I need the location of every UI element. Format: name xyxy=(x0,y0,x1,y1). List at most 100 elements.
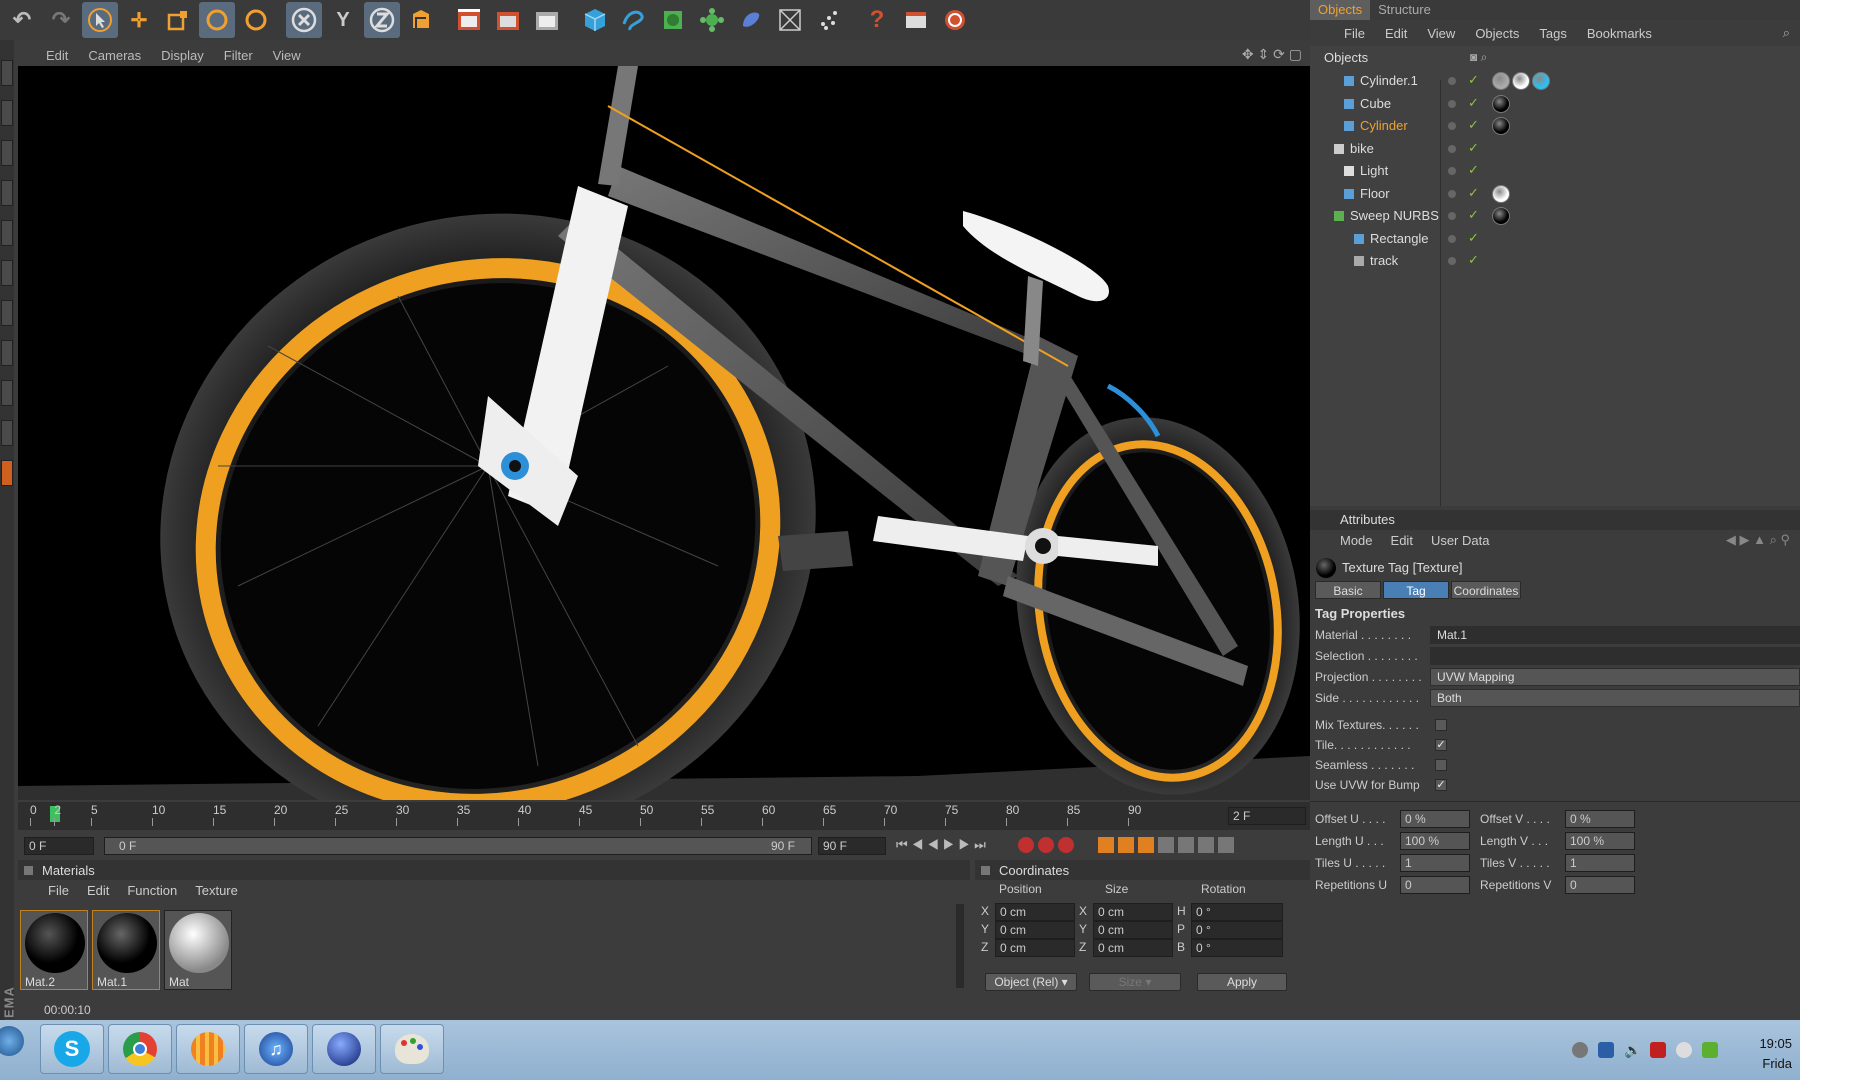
visibility-dot-icon[interactable] xyxy=(1448,144,1456,153)
tab-tag[interactable]: Tag xyxy=(1383,581,1449,599)
tiles-v-field[interactable]: 1 xyxy=(1565,854,1635,872)
repetitions-u-field[interactable]: 0 xyxy=(1400,876,1470,894)
tool-icon[interactable] xyxy=(1,420,13,446)
key-move-icon[interactable] xyxy=(1098,837,1114,853)
move-icon[interactable]: ✛ xyxy=(121,2,157,38)
attributes-nav-icons[interactable]: ◀ ▶ ▲ ⌕ ⚲ xyxy=(1726,532,1790,548)
visibility-dot-icon[interactable] xyxy=(1448,212,1456,220)
enabled-check-icon[interactable]: ✓ xyxy=(1468,185,1479,201)
tool-icon[interactable] xyxy=(1,100,13,126)
speaker-icon[interactable]: 🔊 xyxy=(1624,1042,1641,1058)
tray-security-icon[interactable] xyxy=(1702,1042,1718,1058)
spline-icon[interactable] xyxy=(616,2,652,38)
tool-icon[interactable] xyxy=(1,300,13,326)
itunes-icon[interactable]: ♫ xyxy=(244,1024,308,1074)
size-field[interactable]: 0 cm xyxy=(1093,903,1173,921)
tab-coordinates[interactable]: Coordinates xyxy=(1451,581,1521,599)
texture-tag-icon[interactable] xyxy=(1492,94,1510,113)
selection-field[interactable] xyxy=(1430,647,1800,665)
world-coords-icon[interactable] xyxy=(403,2,439,38)
texture-tag-icon[interactable] xyxy=(1492,117,1510,135)
texture-tag-icon[interactable] xyxy=(1492,184,1510,203)
visibility-dot-icon[interactable] xyxy=(1448,189,1456,198)
scene-icon[interactable] xyxy=(772,2,808,38)
autokey-icon[interactable] xyxy=(1038,837,1054,853)
search-icon[interactable]: ⌕ xyxy=(1783,25,1790,41)
viewport-nav-icons[interactable]: ✥ ⇕ ⟳ ▢ xyxy=(1242,46,1302,63)
render-picture-viewer-icon[interactable] xyxy=(490,2,526,38)
visibility-dot-icon[interactable] xyxy=(1448,122,1456,130)
offset-v-field[interactable]: 0 % xyxy=(1565,810,1635,828)
undo-icon[interactable]: ↶ xyxy=(4,2,40,38)
start-frame-field[interactable]: 0 F xyxy=(24,837,94,855)
viewport-menu-display[interactable]: Display xyxy=(161,48,204,63)
key-param-icon[interactable] xyxy=(1158,837,1174,853)
layout-icon[interactable] xyxy=(898,2,934,38)
side-dropdown[interactable]: Both xyxy=(1430,689,1800,707)
tool-icon[interactable] xyxy=(1,340,13,366)
materials-menu-edit[interactable]: Edit xyxy=(87,883,109,898)
rotation-field[interactable]: 0 ° xyxy=(1191,939,1283,957)
length-u-field[interactable]: 100 % xyxy=(1400,832,1470,850)
tiles-u-field[interactable]: 1 xyxy=(1400,854,1470,872)
start-button[interactable] xyxy=(0,1026,24,1056)
objects-menu-file[interactable]: File xyxy=(1344,26,1365,41)
skype-icon[interactable]: S xyxy=(40,1024,104,1074)
tool-icon[interactable] xyxy=(1,180,13,206)
position-field[interactable]: 0 cm xyxy=(995,903,1075,921)
attributes-menu-mode[interactable]: Mode xyxy=(1340,533,1373,548)
system-clock[interactable]: 19:05 Frida xyxy=(1759,1034,1792,1074)
size-mode-dropdown[interactable]: Size ▾ xyxy=(1089,973,1181,991)
viewport-menu-view[interactable]: View xyxy=(273,48,301,63)
viewport-menu-filter[interactable]: Filter xyxy=(224,48,253,63)
key-rotate-icon[interactable] xyxy=(1138,837,1154,853)
paint-icon[interactable] xyxy=(380,1024,444,1074)
objects-menu-bookmarks[interactable]: Bookmarks xyxy=(1587,26,1652,41)
y-axis-lock-icon[interactable]: Y xyxy=(325,2,361,38)
key-pla-icon[interactable] xyxy=(1178,837,1194,853)
visibility-dot-icon[interactable] xyxy=(1448,77,1456,85)
length-v-field[interactable]: 100 % xyxy=(1565,832,1635,850)
object-row[interactable]: Floor ✓ xyxy=(1310,183,1800,205)
tool-icon[interactable] xyxy=(1,140,13,166)
enabled-check-icon[interactable]: ✓ xyxy=(1468,230,1479,246)
texture-tag-icon[interactable] xyxy=(1492,72,1510,90)
enabled-check-icon[interactable]: ✓ xyxy=(1468,117,1479,133)
timeline-ruler[interactable]: 0 2 5 10 15 20 25 30 35 40 45 50 55 60 65 70 75 80 85 90 2 … xyxy=(18,802,1310,830)
offset-u-field[interactable]: 0 % xyxy=(1400,810,1470,828)
uvw-bump-checkbox[interactable]: ✓ xyxy=(1435,779,1447,791)
current-frame-field[interactable]: 2 F xyxy=(1228,807,1306,825)
tray-display-icon[interactable] xyxy=(1598,1042,1614,1058)
enabled-check-icon[interactable]: ✓ xyxy=(1468,252,1479,268)
object-row[interactable]: Sweep NURBS ✓ xyxy=(1310,205,1800,227)
tool-icon[interactable] xyxy=(1,260,13,286)
cinema4d-icon[interactable] xyxy=(312,1024,376,1074)
visibility-dot-icon[interactable] xyxy=(1448,234,1456,243)
viewport-menu-edit[interactable]: Edit xyxy=(46,48,68,63)
size-field[interactable]: 0 cm xyxy=(1093,921,1173,939)
materials-menu-file[interactable]: File xyxy=(48,883,69,898)
enabled-check-icon[interactable]: ✓ xyxy=(1468,140,1479,156)
nurbs-icon[interactable] xyxy=(655,2,691,38)
tab-basic[interactable]: Basic xyxy=(1315,581,1381,599)
texture-tag-icon[interactable] xyxy=(1532,72,1550,90)
tool-icon[interactable] xyxy=(1,60,13,86)
enabled-check-icon[interactable]: ✓ xyxy=(1468,162,1479,178)
visibility-dot-icon[interactable] xyxy=(1448,167,1456,175)
texture-tag-icon[interactable] xyxy=(1512,72,1530,90)
attributes-menu-edit[interactable]: Edit xyxy=(1391,533,1413,548)
z-axis-lock-icon[interactable] xyxy=(364,2,400,38)
material-field[interactable]: Mat.1 xyxy=(1430,626,1800,644)
tool-icon[interactable] xyxy=(1,220,13,246)
rotate-icon[interactable] xyxy=(199,2,235,38)
array-icon[interactable] xyxy=(694,2,730,38)
tray-misc-icon[interactable] xyxy=(1676,1042,1692,1058)
position-field[interactable]: 0 cm xyxy=(995,939,1075,957)
keyframe-icon[interactable] xyxy=(1058,837,1074,853)
x-axis-lock-icon[interactable] xyxy=(286,2,322,38)
cube-primitive-icon[interactable] xyxy=(577,2,613,38)
render-settings-icon[interactable] xyxy=(529,2,565,38)
mix-textures-checkbox[interactable] xyxy=(1435,719,1447,731)
tool-icon[interactable] xyxy=(1,380,13,406)
record-icon[interactable] xyxy=(1018,837,1034,853)
